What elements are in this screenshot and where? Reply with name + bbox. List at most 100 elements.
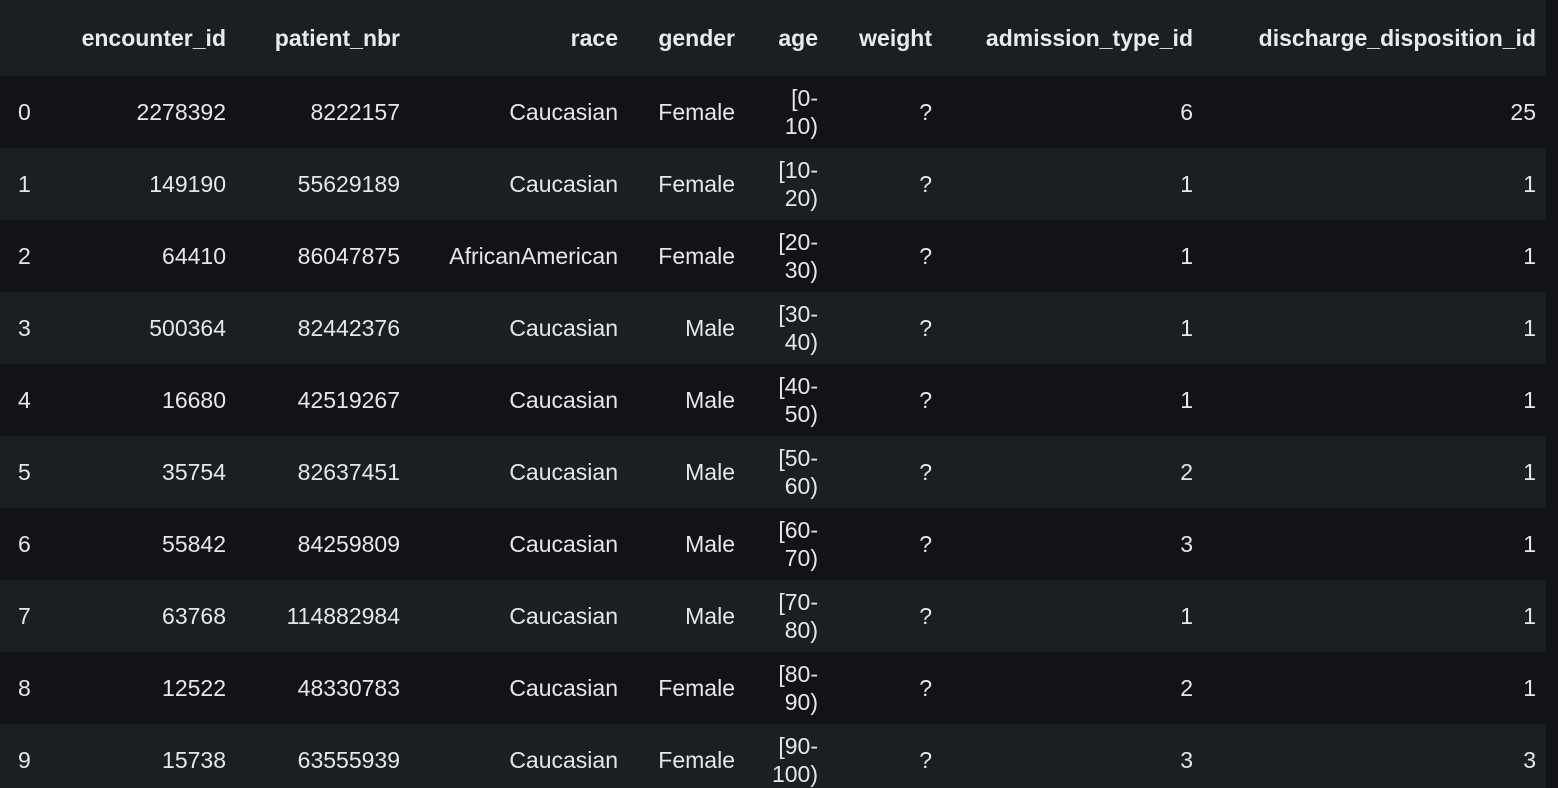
table-row: 1 149190 55629189 Caucasian Female [10- 2… <box>0 148 1546 220</box>
table-row: 0 2278392 8222157 Caucasian Female [0- 10… <box>0 76 1546 148</box>
age-line-start: [10- <box>778 157 818 183</box>
cell-gender: Female <box>658 242 735 269</box>
cell-admission-type-id: 1 <box>1180 242 1193 269</box>
cell-encounter-id: 35754 <box>162 458 226 485</box>
cell-encounter-id: 2278392 <box>136 98 226 125</box>
cell-race: Caucasian <box>509 674 618 701</box>
row-index: 2 <box>18 242 31 269</box>
age-line-start: [30- <box>778 301 818 327</box>
cell-gender: Female <box>658 98 735 125</box>
age-line-end: 100) <box>771 761 818 787</box>
cell-gender: Female <box>658 674 735 701</box>
table-row: 6 55842 84259809 Caucasian Male [60- 70) … <box>0 508 1546 580</box>
cell-discharge-disposition-id: 1 <box>1523 530 1536 557</box>
cell-gender: Male <box>685 602 735 629</box>
cell-patient-nbr: 48330783 <box>297 674 400 701</box>
header-race: race <box>410 0 628 76</box>
cell-encounter-id: 63768 <box>162 602 226 629</box>
cell-age: [80- 90) <box>745 652 828 724</box>
cell-encounter-id: 64410 <box>162 242 226 269</box>
cell-patient-nbr: 82637451 <box>297 458 400 485</box>
cell-patient-nbr: 86047875 <box>297 242 400 269</box>
header-gender: gender <box>628 0 745 76</box>
row-index: 1 <box>18 170 31 197</box>
cell-patient-nbr: 82442376 <box>297 314 400 341</box>
age-line-end: 40) <box>784 329 818 355</box>
row-index: 3 <box>18 314 31 341</box>
table-row: 9 15738 63555939 Caucasian Female [90- 10… <box>0 724 1546 788</box>
cell-patient-nbr: 8222157 <box>310 98 400 125</box>
age-line-start: [90- <box>778 733 818 759</box>
cell-age: [30- 40) <box>745 292 828 364</box>
cell-encounter-id: 15738 <box>162 746 226 773</box>
header-weight: weight <box>828 0 942 76</box>
table-row: 3 500364 82442376 Caucasian Male [30- 40)… <box>0 292 1546 364</box>
row-index: 7 <box>18 602 31 629</box>
cell-encounter-id: 55842 <box>162 530 226 557</box>
cell-admission-type-id: 1 <box>1180 170 1193 197</box>
table-row: 2 64410 86047875 AfricanAmerican Female … <box>0 220 1546 292</box>
cell-admission-type-id: 3 <box>1180 530 1193 557</box>
cell-age: [90- 100) <box>745 724 828 788</box>
table-header: encounter_id patient_nbr race gender age… <box>0 0 1546 76</box>
cell-patient-nbr: 42519267 <box>297 386 400 413</box>
age-line-end: 50) <box>784 401 818 427</box>
cell-age: [10- 20) <box>745 148 828 220</box>
age-line-start: [60- <box>778 517 818 543</box>
cell-discharge-disposition-id: 3 <box>1523 746 1536 773</box>
cell-encounter-id: 500364 <box>149 314 226 341</box>
cell-encounter-id: 12522 <box>162 674 226 701</box>
cell-patient-nbr: 114882984 <box>286 602 400 629</box>
cell-weight: ? <box>919 458 932 485</box>
cell-discharge-disposition-id: 1 <box>1523 314 1536 341</box>
cell-admission-type-id: 1 <box>1180 386 1193 413</box>
cell-admission-type-id: 3 <box>1180 746 1193 773</box>
cell-age: [50- 60) <box>745 436 828 508</box>
cell-race: Caucasian <box>509 98 618 125</box>
cell-discharge-disposition-id: 1 <box>1523 458 1536 485</box>
cell-encounter-id: 149190 <box>149 170 226 197</box>
row-index: 4 <box>18 386 31 413</box>
cell-race: Caucasian <box>509 170 618 197</box>
cell-race: AfricanAmerican <box>449 242 618 269</box>
cell-age: [60- 70) <box>745 508 828 580</box>
cell-race: Caucasian <box>509 746 618 773</box>
table-row: 5 35754 82637451 Caucasian Male [50- 60) … <box>0 436 1546 508</box>
cell-age: [70- 80) <box>745 580 828 652</box>
age-line-end: 70) <box>784 545 818 571</box>
cell-weight: ? <box>919 314 932 341</box>
header-row: encounter_id patient_nbr race gender age… <box>0 0 1546 76</box>
cell-discharge-disposition-id: 1 <box>1523 602 1536 629</box>
age-line-start: [40- <box>778 373 818 399</box>
cell-admission-type-id: 6 <box>1180 98 1193 125</box>
cell-weight: ? <box>919 746 932 773</box>
row-index: 0 <box>18 98 31 125</box>
cell-race: Caucasian <box>509 314 618 341</box>
cell-admission-type-id: 1 <box>1180 314 1193 341</box>
cell-gender: Male <box>685 386 735 413</box>
cell-weight: ? <box>919 386 932 413</box>
cell-weight: ? <box>919 242 932 269</box>
cell-patient-nbr: 63555939 <box>297 746 400 773</box>
cell-weight: ? <box>919 602 932 629</box>
row-index: 6 <box>18 530 31 557</box>
table-row: 7 63768 114882984 Caucasian Male [70- 80)… <box>0 580 1546 652</box>
cell-race: Caucasian <box>509 530 618 557</box>
cell-age: [20- 30) <box>745 220 828 292</box>
age-line-end: 90) <box>784 689 818 715</box>
cell-gender: Female <box>658 746 735 773</box>
header-patient-nbr: patient_nbr <box>236 0 410 76</box>
row-index: 5 <box>18 458 31 485</box>
row-index: 9 <box>18 746 31 773</box>
cell-admission-type-id: 2 <box>1180 458 1193 485</box>
header-encounter-id: encounter_id <box>46 0 236 76</box>
cell-weight: ? <box>919 98 932 125</box>
header-age: age <box>745 0 828 76</box>
age-line-start: [70- <box>778 589 818 615</box>
table-body: 0 2278392 8222157 Caucasian Female [0- 10… <box>0 76 1546 788</box>
age-line-end: 10) <box>784 113 818 139</box>
cell-patient-nbr: 55629189 <box>297 170 400 197</box>
dataframe-output: encounter_id patient_nbr race gender age… <box>0 0 1558 788</box>
cell-discharge-disposition-id: 1 <box>1523 242 1536 269</box>
cell-gender: Male <box>685 530 735 557</box>
